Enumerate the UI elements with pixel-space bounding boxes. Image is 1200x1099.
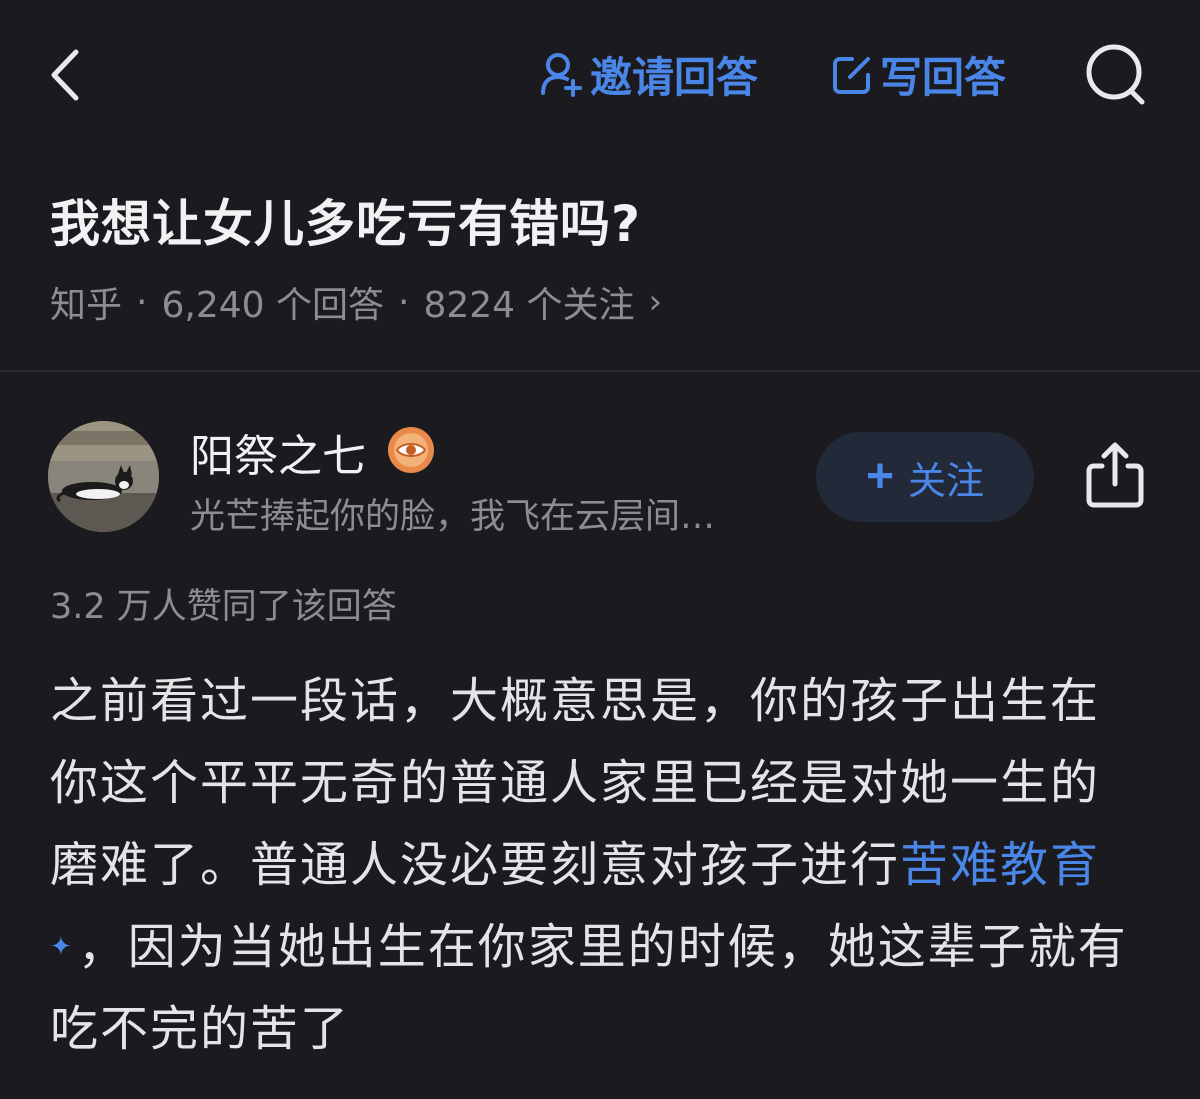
- follower-count: 8224 个关注: [423, 285, 635, 326]
- write-answer-label: 写回答: [880, 52, 1007, 102]
- edit-icon: [833, 57, 870, 94]
- eye-badge-icon[interactable]: [386, 425, 436, 475]
- invite-answer-label: 邀请回答: [590, 52, 759, 102]
- answer-page: 邀请回答 写回答 我想让女儿多吃亏有错吗? 知乎 · 6,240 个回答 · 8…: [0, 0, 1200, 1099]
- author-bio: 光芒捧起你的脸，我飞在云层间…: [190, 497, 716, 537]
- divider: [0, 370, 1200, 372]
- vote-count: 3.2 万人赞同了该回答: [50, 587, 397, 627]
- share-icon: [1086, 442, 1144, 508]
- meta-separator: ·: [136, 281, 148, 323]
- chevron-right-icon: ›: [648, 282, 663, 322]
- top-bar: 邀请回答 写回答: [0, 0, 1200, 150]
- answer-text-part2: ，因为当她出生在你家里的时候，她这辈子就有吃不完的苦了: [50, 919, 1128, 1057]
- answer-count: 6,240 个回答: [161, 285, 384, 326]
- sparkle-icon: ✦: [50, 932, 74, 962]
- follow-button[interactable]: + 关注: [816, 432, 1034, 522]
- back-button[interactable]: [40, 40, 100, 110]
- follow-label: 关注: [908, 460, 985, 503]
- share-button[interactable]: [1080, 440, 1150, 512]
- answer-content[interactable]: 之前看过一段话，大概意思是，你的孩子出生在你这个平平无奇的普通人家里已经是对她一…: [50, 660, 1140, 1070]
- write-answer-button[interactable]: 写回答: [830, 44, 1006, 104]
- invite-answer-button[interactable]: 邀请回答: [540, 44, 758, 104]
- meta-separator: ·: [397, 281, 410, 323]
- avatar[interactable]: [48, 421, 159, 532]
- search-icon: [1086, 44, 1145, 105]
- author-name[interactable]: 阳祭之七: [190, 420, 366, 484]
- keyword-link[interactable]: 苦难教育: [900, 837, 1100, 893]
- back-chevron-icon: [51, 49, 79, 101]
- search-button[interactable]: [1082, 40, 1152, 110]
- plus-icon: +: [865, 450, 894, 503]
- invite-person-icon: [541, 53, 582, 97]
- question-source: 知乎: [50, 285, 123, 326]
- question-title[interactable]: 我想让女儿多吃亏有错吗?: [50, 184, 641, 256]
- question-meta[interactable]: 知乎 · 6,240 个回答 · 8224 个关注 ›: [50, 276, 662, 328]
- avatar-cat-photo: [48, 421, 159, 532]
